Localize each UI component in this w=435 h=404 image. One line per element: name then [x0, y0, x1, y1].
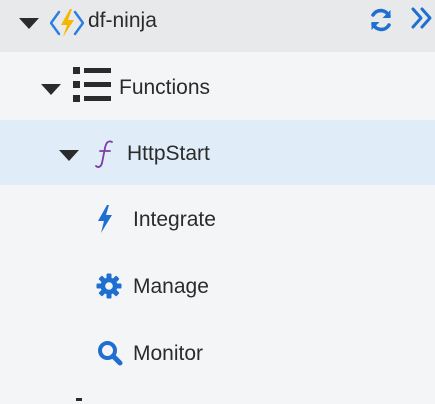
lightning-bolt-icon	[97, 205, 113, 238]
tree-item-monitor[interactable]: Monitor	[0, 319, 435, 386]
function-app-row[interactable]: df-ninja	[0, 0, 435, 52]
functions-node[interactable]: Functions	[0, 52, 435, 120]
expand-caret-icon[interactable]	[19, 18, 39, 29]
double-chevron-right-icon[interactable]	[410, 5, 434, 36]
manage-label: Manage	[133, 275, 209, 298]
function-icon	[95, 139, 117, 174]
functions-label: Functions	[119, 76, 211, 99]
monitor-label: Monitor	[133, 342, 204, 365]
gear-icon	[96, 273, 122, 304]
tree-item-manage[interactable]: Manage	[0, 252, 435, 319]
function-app-icon	[49, 8, 85, 43]
function-node-httpstart[interactable]: HttpStart	[0, 120, 435, 185]
tree-item-integrate[interactable]: Integrate	[0, 185, 435, 252]
next-item-caret-fragment	[76, 398, 82, 401]
list-icon	[73, 67, 111, 108]
function-name: HttpStart	[127, 142, 210, 165]
function-app-name: df-ninja	[88, 9, 157, 32]
integrate-label: Integrate	[133, 208, 216, 231]
expand-caret-icon[interactable]	[41, 84, 61, 95]
resource-tree: df-ninja Functions HttpStart Integrate M…	[0, 0, 435, 404]
magnifier-icon	[97, 340, 123, 371]
refresh-icon[interactable]	[367, 6, 395, 39]
expand-caret-icon[interactable]	[59, 150, 79, 161]
